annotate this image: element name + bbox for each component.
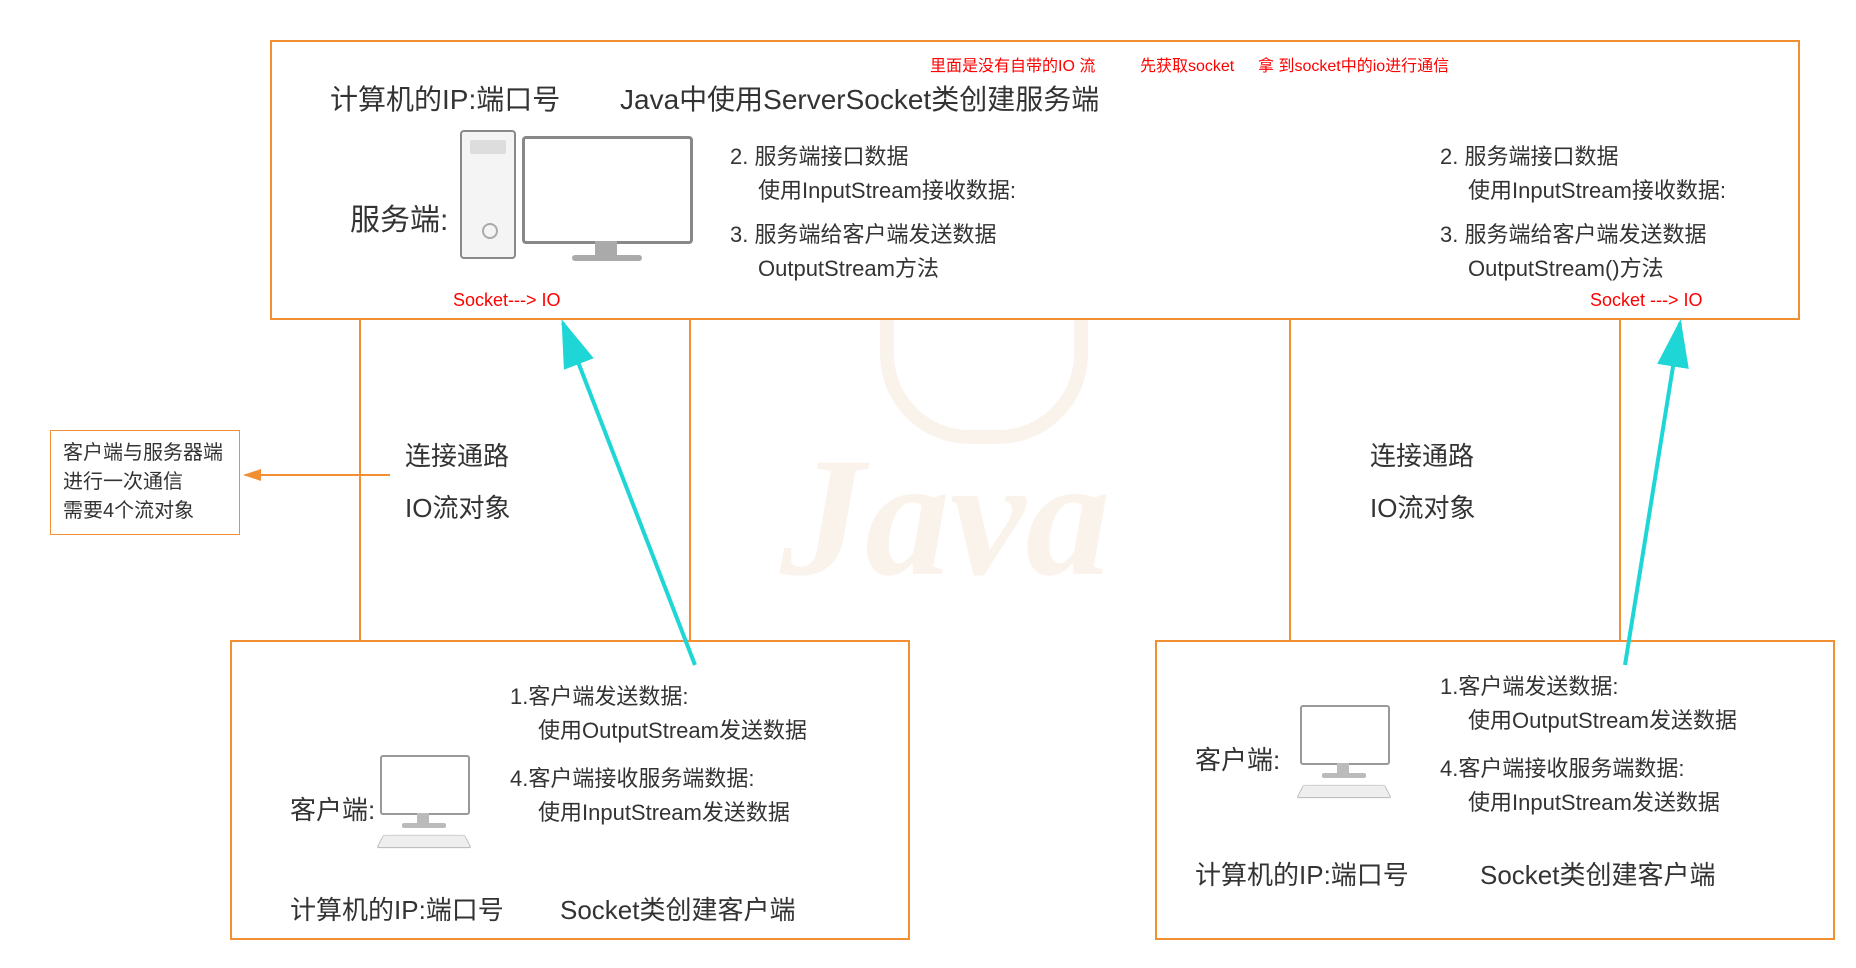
client-a-s4a: 4.客户端接收服务端数据: [510, 766, 754, 791]
channel-right-l2: IO流对象 [1370, 493, 1475, 523]
client-b-foot-left: 计算机的IP:端口号 [1195, 855, 1409, 892]
watermark-cup [880, 300, 1088, 444]
client-b-label: 客户端: [1195, 740, 1280, 777]
client-a-foot-left: 计算机的IP:端口号 [290, 890, 504, 927]
server-step-3b-left: OutputStream方法 [730, 252, 1016, 286]
channel-left-l2: IO流对象 [405, 493, 510, 523]
server-step-2a-left: 2. 服务端接口数据 [730, 144, 908, 169]
side-note-l3: 需要4个流对象 [63, 500, 194, 522]
server-steps-right: 2. 服务端接口数据 使用InputStream接收数据: 3. 服务端给客户端… [1440, 140, 1726, 286]
server-step-2a-right: 2. 服务端接口数据 [1440, 144, 1618, 169]
channel-right: 连接通路 IO流对象 [1370, 430, 1475, 534]
socket-io-right: Socket ---> IO [1590, 290, 1703, 311]
server-computer-icon [460, 130, 700, 270]
client-b-s4a: 4.客户端接收服务端数据: [1440, 756, 1684, 781]
side-note-l1: 客户端与服务器端 [63, 442, 223, 464]
client-a-foot-right: Socket类创建客户端 [560, 890, 796, 927]
server-top-note-2: 先获取socket [1140, 52, 1234, 76]
cyan-arrow-left [563, 323, 695, 665]
server-step-3a-left: 3. 服务端给客户端发送数据 [730, 222, 996, 247]
client-b-s1a: 1.客户端发送数据: [1440, 674, 1618, 699]
client-a-steps: 1.客户端发送数据: 使用OutputStream发送数据 4.客户端接收服务端… [510, 680, 807, 830]
client-a-s1a: 1.客户端发送数据: [510, 684, 688, 709]
client-b-foot-right: Socket类创建客户端 [1480, 855, 1716, 892]
side-note-box: 客户端与服务器端 进行一次通信 需要4个流对象 [50, 430, 240, 535]
client-a-label: 客户端: [290, 790, 375, 827]
client-b-steps: 1.客户端发送数据: 使用OutputStream发送数据 4.客户端接收服务端… [1440, 670, 1737, 820]
side-note-l2: 进行一次通信 [63, 471, 183, 493]
server-step-2b-right: 使用InputStream接收数据: [1440, 174, 1726, 208]
channel-right-l1: 连接通路 [1370, 441, 1474, 471]
socket-io-left: Socket---> IO [453, 290, 561, 311]
channel-left: 连接通路 IO流对象 [405, 430, 510, 534]
server-top-note-1: 里面是没有自带的IO 流 [930, 52, 1095, 76]
server-step-2b-left: 使用InputStream接收数据: [730, 174, 1016, 208]
client-b-s1b: 使用OutputStream发送数据 [1440, 704, 1737, 738]
watermark-java: Java [780, 420, 1110, 615]
server-top-note-3: 拿 到socket中的io进行通信 [1258, 52, 1449, 76]
server-step-3b-right: OutputStream()方法 [1440, 252, 1726, 286]
cyan-arrow-right [1625, 323, 1680, 665]
client-a-s1b: 使用OutputStream发送数据 [510, 714, 807, 748]
server-title-left: 计算机的IP:端口号 [330, 78, 560, 118]
server-steps-left: 2. 服务端接口数据 使用InputStream接收数据: 3. 服务端给客户端… [730, 140, 1016, 286]
server-label: 服务端: [350, 195, 448, 239]
channel-left-l1: 连接通路 [405, 441, 509, 471]
server-step-3a-right: 3. 服务端给客户端发送数据 [1440, 222, 1706, 247]
client-a-s4b: 使用InputStream发送数据 [510, 796, 807, 830]
client-b-s4b: 使用InputStream发送数据 [1440, 786, 1737, 820]
server-title-right: Java中使用ServerSocket类创建服务端 [620, 78, 1099, 118]
